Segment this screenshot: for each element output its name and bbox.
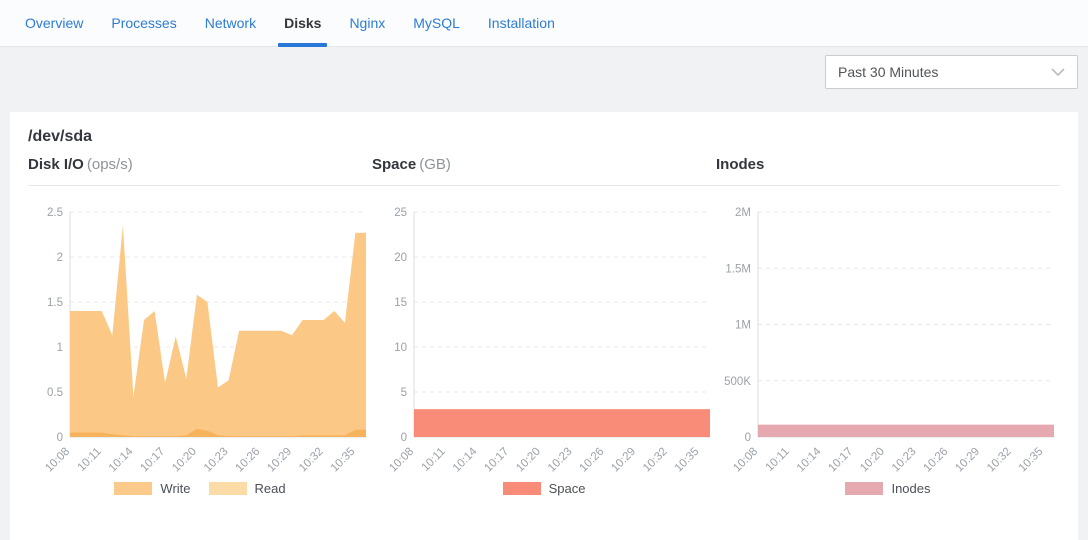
chart-section-space: Space(GB) 252015105010:0810:1110:1410:17… (372, 148, 716, 498)
legend-label: Read (255, 481, 286, 496)
svg-text:10:35: 10:35 (329, 446, 358, 475)
svg-text:10:08: 10:08 (43, 446, 72, 475)
svg-text:0: 0 (57, 432, 63, 444)
svg-text:2.5: 2.5 (47, 207, 63, 219)
svg-text:10:20: 10:20 (858, 446, 887, 475)
legend-label: Write (160, 481, 190, 496)
chevron-down-icon (1051, 68, 1065, 76)
chart-title-disk-io: Disk I/O(ops/s) (28, 148, 372, 186)
device-title: /dev/sda (28, 112, 1060, 148)
legend-swatch-read (209, 482, 247, 495)
tab-network[interactable]: Network (199, 0, 262, 46)
svg-text:1M: 1M (735, 320, 751, 332)
tab-disks[interactable]: Disks (278, 0, 327, 46)
svg-text:10:32: 10:32 (985, 446, 1014, 475)
time-range-value: Past 30 Minutes (838, 64, 938, 80)
svg-text:20: 20 (394, 252, 407, 264)
chart-title-space: Space(GB) (372, 148, 716, 186)
legend-swatch-space (503, 482, 541, 495)
tab-bar: Overview Processes Network Disks Nginx MySQL I… (0, 0, 1088, 47)
svg-text:1.5: 1.5 (47, 297, 63, 309)
inodes-chart: 2M1.5M1M500K010:0810:1110:1410:1710:2010… (716, 186, 1060, 478)
legend-write: Write (114, 481, 190, 496)
legend-swatch-write (114, 482, 152, 495)
tab-overview[interactable]: Overview (19, 0, 89, 46)
svg-text:10:17: 10:17 (482, 446, 511, 475)
legend-swatch-inodes (845, 482, 883, 495)
space-chart: 25 20 15 10 5 0 10:0810:1110:1410:1710:2010:23… (372, 186, 716, 478)
legend-read: Read (209, 481, 286, 496)
svg-text:10:17: 10:17 (826, 446, 855, 475)
device-card: /dev/sda Disk I/O(ops/s) 2.5 2 1.5 1 0.5 0 10:… (10, 112, 1078, 540)
svg-text:10:32: 10:32 (297, 446, 326, 475)
svg-text:10:26: 10:26 (234, 446, 263, 475)
svg-text:0: 0 (745, 432, 751, 444)
svg-text:10:35: 10:35 (673, 446, 702, 475)
svg-text:15: 15 (394, 297, 407, 309)
svg-text:0.5: 0.5 (47, 387, 63, 399)
chart-title-text: Space (372, 156, 416, 173)
legend-label: Inodes (891, 481, 930, 496)
svg-text:500K: 500K (724, 376, 751, 388)
space-legend: Space (372, 478, 716, 498)
svg-text:10:08: 10:08 (731, 446, 760, 475)
charts-row: Disk I/O(ops/s) 2.521.510.5010:0810:1110… (28, 148, 1060, 498)
svg-text:10:29: 10:29 (609, 446, 638, 475)
disk-io-legend: Write Read (28, 478, 372, 498)
svg-text:2: 2 (57, 252, 63, 264)
chart-title-inodes: Inodes (716, 148, 1060, 186)
svg-text:0: 0 (401, 432, 407, 444)
tab-nginx[interactable]: Nginx (343, 0, 391, 46)
legend-space: Space (503, 481, 586, 496)
svg-text:10:32: 10:32 (641, 446, 670, 475)
svg-text:10:11: 10:11 (76, 446, 104, 474)
svg-text:10:23: 10:23 (202, 446, 231, 475)
svg-text:10:14: 10:14 (795, 445, 824, 474)
svg-text:10:11: 10:11 (420, 446, 448, 474)
svg-text:10:29: 10:29 (953, 446, 982, 475)
svg-text:10:14: 10:14 (451, 445, 480, 474)
chart-title-text: Inodes (716, 156, 764, 173)
inodes-legend: Inodes (716, 478, 1060, 498)
svg-text:10:23: 10:23 (890, 446, 919, 475)
svg-text:10:14: 10:14 (107, 445, 136, 474)
svg-text:10:23: 10:23 (546, 446, 575, 475)
svg-text:10:29: 10:29 (265, 446, 294, 475)
svg-text:10: 10 (394, 342, 407, 354)
svg-text:10:26: 10:26 (922, 446, 951, 475)
tab-processes[interactable]: Processes (105, 0, 182, 46)
svg-text:10:11: 10:11 (764, 446, 792, 474)
chart-section-inodes: Inodes 2M 1.5M 1M 500K 0 10:0810:1110:1410:17… (716, 148, 1060, 498)
svg-text:1.5M: 1.5M (725, 263, 751, 275)
legend-inodes: Inodes (845, 481, 930, 496)
svg-text:10:35: 10:35 (1017, 446, 1046, 475)
chart-unit-text: (ops/s) (87, 156, 133, 173)
chart-unit-text: (GB) (419, 156, 451, 173)
svg-text:2M: 2M (735, 207, 751, 219)
svg-text:10:20: 10:20 (514, 446, 543, 475)
disk-io-chart: 2.521.510.5010:0810:1110:1410:1710:2010:… (28, 186, 372, 478)
chart-title-text: Disk I/O (28, 156, 84, 173)
svg-text:5: 5 (401, 387, 407, 399)
svg-text:10:26: 10:26 (578, 446, 607, 475)
time-range-select[interactable]: Past 30 Minutes (825, 55, 1078, 89)
legend-label: Space (549, 481, 586, 496)
svg-text:10:20: 10:20 (170, 446, 199, 475)
tab-installation[interactable]: Installation (482, 0, 561, 46)
chart-section-disk-io: Disk I/O(ops/s) 2.521.510.5010:0810:1110… (28, 148, 372, 498)
svg-text:10:08: 10:08 (387, 446, 416, 475)
svg-text:1: 1 (57, 342, 63, 354)
svg-text:25: 25 (394, 207, 407, 219)
tab-mysql[interactable]: MySQL (407, 0, 466, 46)
svg-text:10:17: 10:17 (138, 446, 167, 475)
